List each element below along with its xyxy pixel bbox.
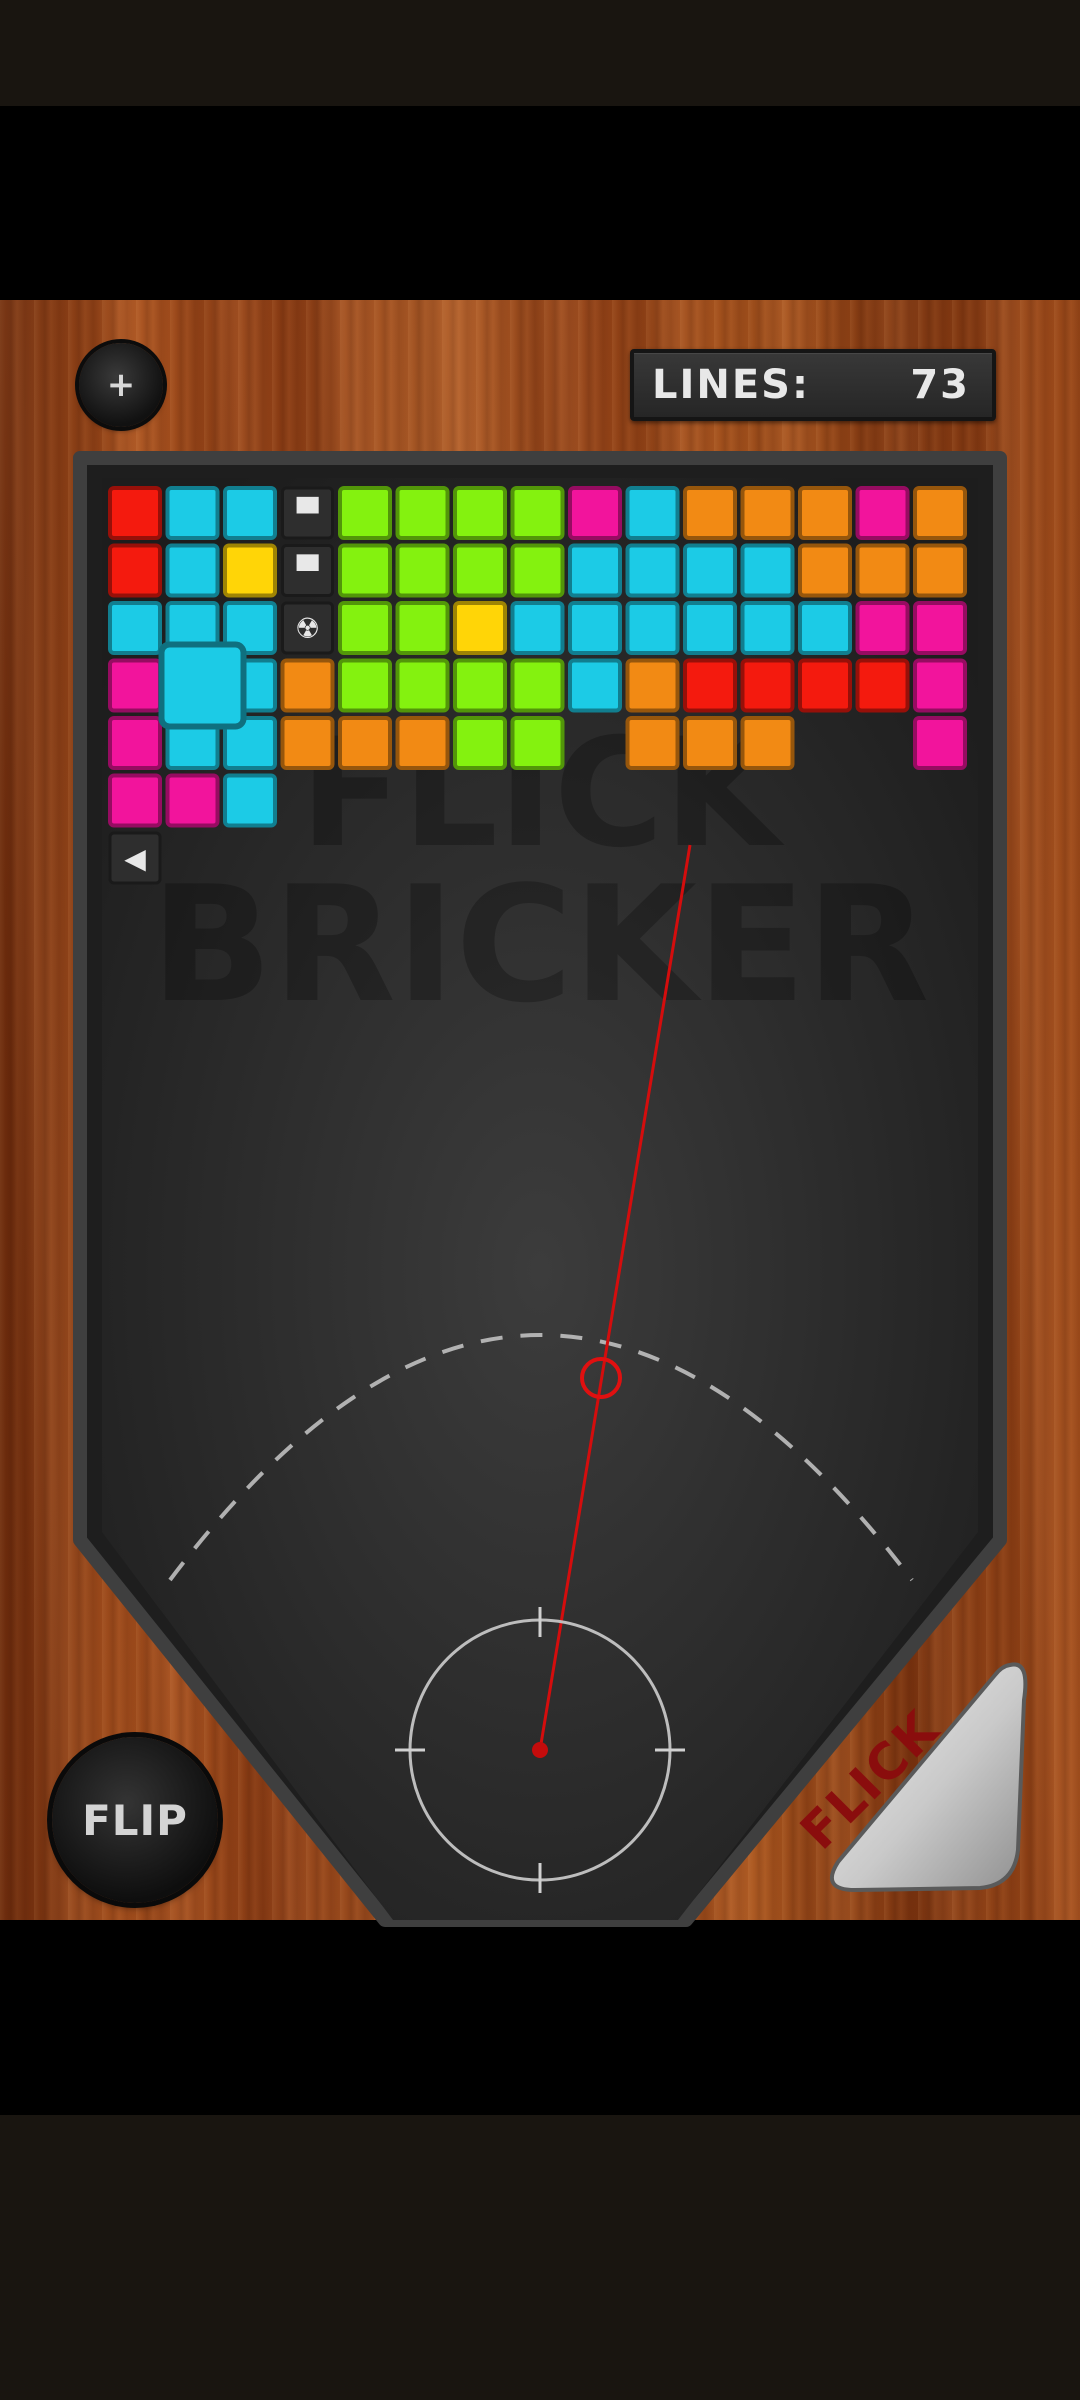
brick bbox=[568, 658, 622, 713]
svg-text:◀: ◀ bbox=[124, 842, 146, 875]
flip-button[interactable]: FLIP bbox=[52, 1737, 218, 1903]
launcher-center-dot bbox=[532, 1742, 548, 1758]
game-screen: FLICK BRICKER ▀ ▀ ☢ ◀ + LINES: 73 FLIP FLIC… bbox=[0, 0, 1080, 2400]
brick bbox=[683, 658, 737, 713]
brick bbox=[108, 543, 162, 598]
brick bbox=[510, 543, 565, 598]
brick bbox=[108, 486, 162, 540]
active-block[interactable] bbox=[158, 641, 247, 730]
brick bbox=[395, 601, 450, 655]
brick bbox=[798, 543, 852, 598]
anvil-icon: ▀ bbox=[281, 486, 334, 540]
brick bbox=[568, 601, 622, 655]
brick bbox=[913, 716, 967, 770]
brick bbox=[108, 773, 162, 828]
lines-label: LINES: bbox=[652, 362, 810, 408]
radiation-icon: ☢ bbox=[281, 601, 334, 655]
brick bbox=[338, 658, 392, 713]
brick bbox=[568, 486, 622, 540]
brick bbox=[855, 658, 910, 713]
brick bbox=[625, 716, 680, 770]
brick bbox=[510, 486, 565, 540]
brick bbox=[223, 486, 277, 540]
brick bbox=[625, 658, 680, 713]
brick bbox=[453, 601, 507, 655]
brick bbox=[165, 543, 220, 598]
brick bbox=[395, 716, 450, 770]
brick bbox=[798, 601, 852, 655]
brick bbox=[395, 486, 450, 540]
brick bbox=[223, 773, 277, 828]
svg-text:▀: ▀ bbox=[296, 554, 319, 588]
lines-value: 73 bbox=[910, 362, 970, 408]
svg-text:▀: ▀ bbox=[296, 496, 319, 530]
lines-counter: LINES: 73 bbox=[630, 349, 996, 421]
brick bbox=[280, 716, 335, 770]
brick bbox=[913, 658, 967, 713]
brick bbox=[510, 716, 565, 770]
brick bbox=[740, 543, 795, 598]
brick bbox=[108, 658, 162, 713]
anvil-icon: ▀ bbox=[281, 544, 334, 597]
brick bbox=[453, 543, 507, 598]
brick bbox=[798, 486, 852, 540]
watermark-line-2: BRICKER bbox=[151, 851, 930, 1038]
brick bbox=[568, 543, 622, 598]
brick bbox=[510, 601, 565, 655]
brick bbox=[223, 543, 277, 598]
brick bbox=[395, 658, 450, 713]
speaker-icon: ◀ bbox=[108, 831, 162, 885]
menu-plus-button[interactable]: + bbox=[79, 343, 163, 427]
brick bbox=[453, 658, 507, 713]
brick bbox=[683, 601, 737, 655]
brick bbox=[683, 716, 737, 770]
brick bbox=[740, 658, 795, 713]
brick bbox=[453, 486, 507, 540]
brick bbox=[913, 543, 967, 598]
brick bbox=[395, 543, 450, 598]
brick bbox=[165, 773, 220, 828]
brick bbox=[913, 601, 967, 655]
brick bbox=[740, 601, 795, 655]
brick bbox=[855, 486, 910, 540]
brick bbox=[510, 658, 565, 713]
brick bbox=[338, 601, 392, 655]
brick bbox=[855, 543, 910, 598]
brick bbox=[740, 486, 795, 540]
brick bbox=[625, 601, 680, 655]
brick bbox=[855, 601, 910, 655]
brick bbox=[683, 486, 737, 540]
plus-icon: + bbox=[106, 365, 136, 405]
brick bbox=[453, 716, 507, 770]
brick bbox=[338, 486, 392, 540]
brick bbox=[625, 486, 680, 540]
brick bbox=[108, 601, 162, 655]
flip-button-label: FLIP bbox=[82, 1795, 188, 1845]
brick bbox=[165, 486, 220, 540]
brick bbox=[338, 716, 392, 770]
brick bbox=[280, 658, 335, 713]
brick bbox=[740, 716, 795, 770]
brick bbox=[798, 658, 852, 713]
brick bbox=[108, 716, 162, 770]
brick bbox=[625, 543, 680, 598]
brick bbox=[683, 543, 737, 598]
brick bbox=[913, 486, 967, 540]
brick bbox=[338, 543, 392, 598]
svg-text:☢: ☢ bbox=[295, 612, 320, 645]
